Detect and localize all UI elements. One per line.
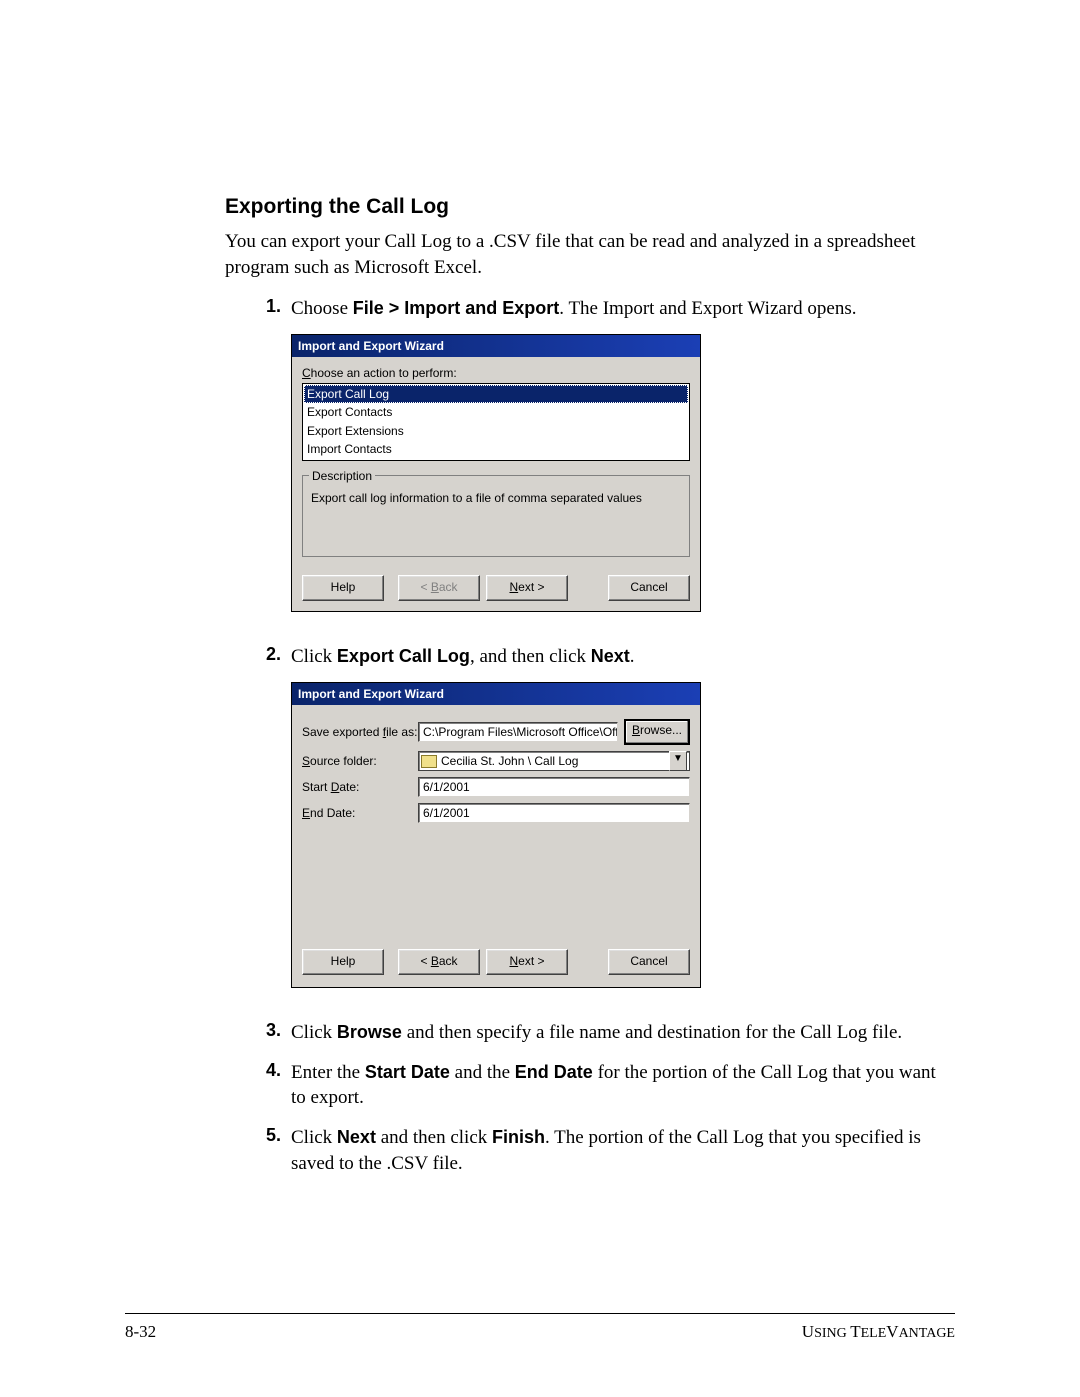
step-bold: Next [591,646,630,666]
document-page: Exporting the Call Log You can export yo… [0,0,1080,1397]
step-text: Click [291,1127,337,1148]
list-item[interactable]: Export Call Log [304,385,688,403]
browse-button[interactable]: Browse... [624,719,690,745]
footer-rule [125,1313,955,1314]
import-export-wizard-dialog-2: Import and Export Wizard Save exported f… [291,682,701,988]
step-bold: Start Date [365,1062,450,1082]
step-text: Click [291,1022,337,1043]
page-number: 8-32 [125,1322,156,1342]
action-prompt-label: Choose an action to perform: [302,365,690,381]
step-3: 3. Click Browse and then specify a file … [225,1020,955,1046]
step-text: , and then click [470,646,591,667]
dropdown-value: Cecilia St. John \ Call Log [441,753,578,769]
step-text: Click [291,646,337,667]
step-number: 3. [225,1020,291,1046]
step-text: . The Import and Export Wizard opens. [559,298,856,319]
step-bold: Next [337,1127,376,1147]
end-date-label: End Date: [302,805,418,821]
intro-paragraph: You can export your Call Log to a .CSV f… [225,229,955,280]
step-4: 4. Enter the Start Date and the End Date… [225,1060,955,1111]
import-export-wizard-dialog-1: Import and Export Wizard Choose an actio… [291,334,701,612]
step-text: . [630,646,635,667]
step-text: and the [450,1062,515,1083]
description-text: Export call log information to a file of… [311,490,681,506]
next-button[interactable]: Next > [486,575,568,601]
dialog-title: Import and Export Wizard [292,335,700,357]
footer-title: USING TELEVANTAGE [802,1322,955,1342]
description-fieldset: Description Export call log information … [302,475,690,557]
step-bold: End Date [515,1062,593,1082]
back-button: < Back [398,575,480,601]
save-as-label: Save exported file as: [302,724,418,740]
step-text: Enter the [291,1062,365,1083]
save-as-input[interactable]: C:\Program Files\Microsoft Office\Office… [418,722,618,742]
step-bold: Export Call Log [337,646,470,666]
page-footer: 8-32 USING TELEVANTAGE [125,1322,955,1342]
help-button[interactable]: Help [302,575,384,601]
step-text: and then specify a file name and destina… [402,1022,902,1043]
step-bold: Browse [337,1022,402,1042]
step-bold: Finish [492,1127,545,1147]
help-button[interactable]: Help [302,949,384,975]
chevron-down-icon[interactable]: ▼ [669,751,687,771]
step-5: 5. Click Next and then click Finish. The… [225,1125,955,1176]
step-number: 2. [225,644,291,1006]
section-heading: Exporting the Call Log [225,195,955,219]
steps-list: 1. Choose File > Import and Export. The … [225,296,955,1176]
step-number: 5. [225,1125,291,1176]
source-folder-dropdown[interactable]: Cecilia St. John \ Call Log ▼ [418,751,690,771]
dialog-title: Import and Export Wizard [292,683,700,705]
next-button[interactable]: Next > [486,949,568,975]
step-text: and then click [376,1127,492,1148]
source-folder-label: Source folder: [302,753,418,769]
end-date-input[interactable]: 6/1/2001 [418,803,690,823]
action-listbox[interactable]: Export Call Log Export Contacts Export E… [302,383,690,461]
step-text: Choose [291,298,353,319]
cancel-button[interactable]: Cancel [608,575,690,601]
cancel-button[interactable]: Cancel [608,949,690,975]
start-date-input[interactable]: 6/1/2001 [418,777,690,797]
list-item[interactable]: Export Contacts [304,403,688,421]
folder-icon [421,755,437,768]
start-date-label: Start Date: [302,779,418,795]
list-item[interactable]: Import Contacts [304,440,688,458]
step-number: 1. [225,296,291,630]
step-1: 1. Choose File > Import and Export. The … [225,296,955,630]
step-2: 2. Click Export Call Log, and then click… [225,644,955,1006]
back-button[interactable]: < Back [398,949,480,975]
step-number: 4. [225,1060,291,1111]
step-bold: File > Import and Export [353,298,560,318]
fieldset-legend: Description [309,468,375,484]
list-item[interactable]: Export Extensions [304,422,688,440]
